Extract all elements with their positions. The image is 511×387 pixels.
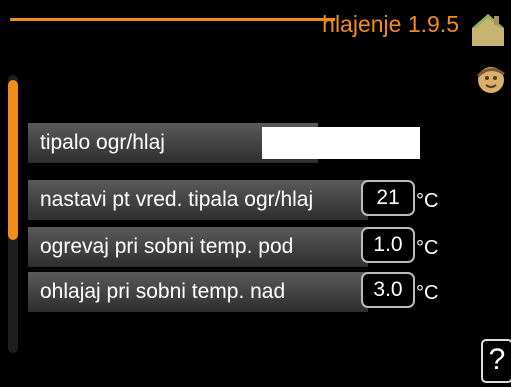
- menu-item-label: tipalo ogr/hlaj: [40, 131, 165, 154]
- header-accent-line: [10, 18, 335, 21]
- menu-item-label: nastavi pt vred. tipala ogr/hlaj: [40, 188, 314, 211]
- help-icon[interactable]: ?: [481, 339, 511, 383]
- child-face-icon[interactable]: [472, 62, 508, 96]
- sensor-select-field[interactable]: [262, 127, 420, 159]
- page-title: hlajenje 1.9.5: [322, 11, 459, 37]
- scrollbar-thumb[interactable]: [8, 80, 18, 240]
- menu-item-set-sensor-value[interactable]: nastavi pt vred. tipala ogr/hlaj 21 °C: [28, 180, 458, 220]
- unit-label: °C: [416, 282, 439, 304]
- menu-item-label: ogrevaj pri sobni temp. pod: [40, 235, 294, 258]
- menu-item-heat-below[interactable]: ogrevaj pri sobni temp. pod 1.0 °C: [28, 227, 458, 267]
- value-box[interactable]: 1.0: [361, 227, 415, 263]
- unit-label: °C: [416, 190, 439, 212]
- value-box[interactable]: 3.0: [361, 272, 415, 308]
- value-box[interactable]: 21: [361, 180, 415, 216]
- menu-item-cool-above[interactable]: ohlajaj pri sobni temp. nad 3.0 °C: [28, 272, 458, 312]
- unit-label: °C: [416, 237, 439, 259]
- menu-item-label: ohlajaj pri sobni temp. nad: [40, 280, 286, 303]
- house-icon[interactable]: [470, 12, 506, 48]
